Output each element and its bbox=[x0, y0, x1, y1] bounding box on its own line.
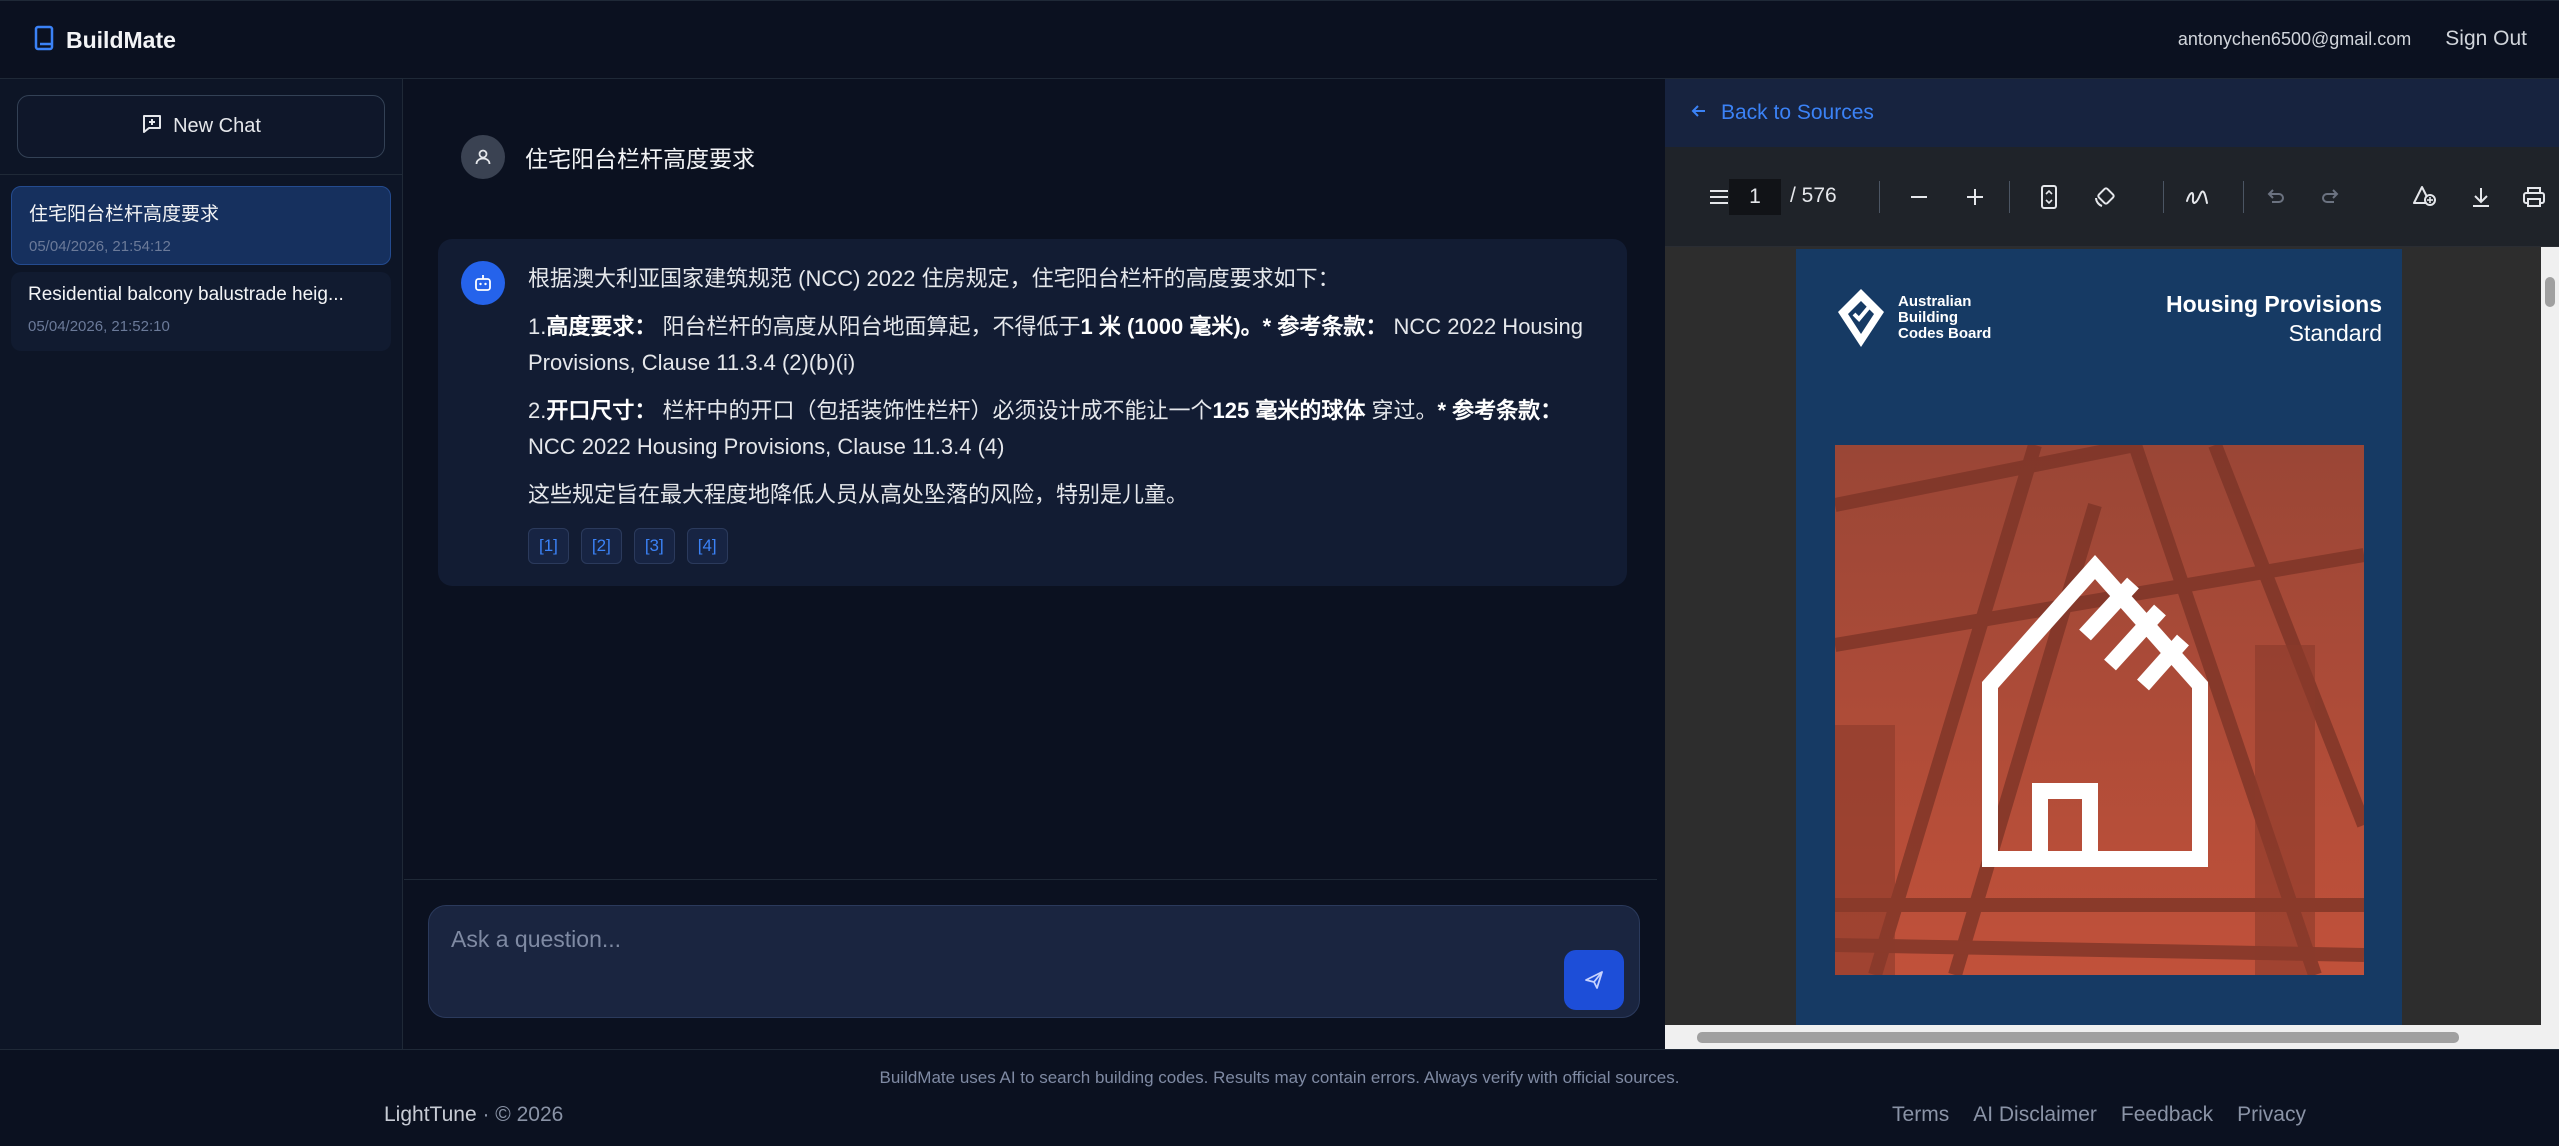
bot-avatar bbox=[461, 261, 505, 305]
citation-link[interactable]: [1] bbox=[528, 528, 569, 564]
citation-list: [1] [2] [3] [4] bbox=[528, 528, 728, 564]
chat-main: 住宅阳台栏杆高度要求 根据澳大利亚国家建筑规范 (NCC) 2022 住房规定，… bbox=[404, 79, 1657, 1049]
bot-icon bbox=[475, 275, 491, 291]
zoom-out-icon[interactable] bbox=[1901, 179, 1937, 215]
ai-disclaimer-text: BuildMate uses AI to search building cod… bbox=[879, 1068, 1680, 1087]
new-chat-button[interactable]: New Chat bbox=[17, 95, 385, 158]
terms-link[interactable]: Terms bbox=[1892, 1103, 1949, 1127]
answer-intro: 根据澳大利亚国家建筑规范 (NCC) 2022 住房规定，住宅阳台栏杆的高度要求… bbox=[528, 266, 1340, 291]
answer-item-1: 1.高度要求： 阳台栏杆的高度从阳台地面算起，不得低于1 米 (1000 毫米)… bbox=[528, 314, 1584, 375]
scroll-thumb[interactable] bbox=[1697, 1032, 2459, 1043]
divider bbox=[404, 879, 1657, 880]
citation-link[interactable]: [2] bbox=[580, 528, 622, 564]
fit-page-icon[interactable] bbox=[2031, 179, 2067, 215]
user-email: antonychen6500@gmail.com bbox=[2177, 28, 2412, 49]
copyright: LightTune · © 2026 bbox=[384, 1103, 564, 1126]
panel-header: Back to Sources bbox=[1665, 79, 2559, 147]
download-icon[interactable] bbox=[2463, 179, 2499, 215]
page-number-input[interactable] bbox=[1729, 179, 1781, 215]
pdf-toolbar: / 576 bbox=[1665, 147, 2559, 247]
horizontal-scrollbar[interactable] bbox=[1665, 1025, 2559, 1049]
undo-icon[interactable] bbox=[2257, 179, 2293, 215]
draw-icon[interactable] bbox=[2179, 179, 2215, 215]
zoom-in-icon[interactable] bbox=[1957, 179, 1993, 215]
print-icon[interactable] bbox=[2519, 179, 2549, 215]
send-icon bbox=[1585, 971, 1603, 989]
page-total: / 576 bbox=[1790, 184, 1837, 207]
source-viewer-panel: Back to Sources / 576 bbox=[1665, 79, 2559, 1049]
feedback-link[interactable]: Feedback bbox=[2121, 1103, 2213, 1127]
brand-name: BuildMate bbox=[66, 27, 176, 53]
citation-link[interactable]: [4] bbox=[686, 528, 728, 564]
sidebar: New Chat 住宅阳台栏杆高度要求 05/04/2026, 21:54:12… bbox=[0, 79, 403, 1049]
assistant-message: 根据澳大利亚国家建筑规范 (NCC) 2022 住房规定，住宅阳台栏杆的高度要求… bbox=[438, 239, 1627, 586]
answer-body: 根据澳大利亚国家建筑规范 (NCC) 2022 住房规定，住宅阳台栏杆的高度要求… bbox=[528, 261, 1598, 525]
chat-date: 05/04/2026, 21:52:10 bbox=[28, 318, 170, 335]
user-icon bbox=[475, 149, 491, 165]
answer-conclusion: 这些规定旨在最大程度地降低人员从高处坠落的风险，特别是儿童。 bbox=[528, 482, 1189, 507]
abcb-logo: Australian Building Codes Board bbox=[1834, 287, 1991, 349]
send-button[interactable] bbox=[1564, 950, 1624, 1010]
app-root: BuildMate antonychen6500@gmail.com Sign … bbox=[0, 0, 2559, 1146]
brand[interactable]: BuildMate bbox=[34, 25, 176, 56]
user-avatar bbox=[461, 135, 505, 179]
abcb-name: Australian Building Codes Board bbox=[1898, 293, 1992, 342]
chat-input-box bbox=[428, 905, 1640, 1018]
abcb-logo-icon bbox=[1838, 289, 1884, 347]
chat-date: 05/04/2026, 21:54:12 bbox=[29, 238, 171, 255]
citation-link[interactable]: [3] bbox=[633, 528, 675, 564]
chat-history-item[interactable]: 住宅阳台栏杆高度要求 05/04/2026, 21:54:12 bbox=[11, 186, 391, 265]
message-plus-icon bbox=[141, 113, 163, 141]
top-header: BuildMate antonychen6500@gmail.com Sign … bbox=[0, 0, 2559, 79]
scroll-thumb[interactable] bbox=[2545, 277, 2555, 307]
arrow-left-icon[interactable] bbox=[1689, 101, 1709, 126]
footer: BuildMate uses AI to search building cod… bbox=[0, 1049, 2559, 1146]
divider bbox=[0, 174, 403, 175]
book-icon bbox=[34, 25, 54, 56]
document-title: Housing Provisions Standard bbox=[2166, 291, 2382, 346]
chat-history-item[interactable]: Residential balcony balustrade heig... 0… bbox=[11, 272, 391, 351]
back-to-sources-link[interactable]: Back to Sources bbox=[1721, 101, 1874, 125]
redo-icon[interactable] bbox=[2313, 179, 2349, 215]
question-input[interactable] bbox=[451, 926, 1511, 996]
pdf-page: Australian Building Codes Board Housing … bbox=[1796, 249, 2402, 1025]
divider bbox=[2163, 181, 2164, 213]
user-message: 住宅阳台栏杆高度要求 bbox=[461, 135, 755, 179]
add-shape-icon[interactable] bbox=[2407, 179, 2443, 215]
answer-item-2: 2.开口尺寸： 栏杆中的开口（包括装饰性栏杆）必须设计成不能让一个125 毫米的… bbox=[528, 398, 1563, 459]
user-menu: antonychen6500@gmail.com Sign Out bbox=[2178, 27, 2527, 51]
chat-title: 住宅阳台栏杆高度要求 bbox=[29, 204, 220, 225]
cover-image bbox=[1835, 445, 2364, 975]
chat-title: Residential balcony balustrade heig... bbox=[28, 284, 344, 305]
footer-links: Terms AI Disclaimer Feedback Privacy bbox=[1892, 1103, 2306, 1127]
pdf-document-view[interactable]: Australian Building Codes Board Housing … bbox=[1665, 247, 2541, 1025]
ai-disclaimer-link[interactable]: AI Disclaimer bbox=[1973, 1103, 2097, 1127]
new-chat-label: New Chat bbox=[173, 115, 261, 137]
privacy-link[interactable]: Privacy bbox=[2237, 1103, 2306, 1127]
divider bbox=[1879, 181, 1880, 213]
sign-out-button[interactable]: Sign Out bbox=[2445, 27, 2527, 51]
rotate-icon[interactable] bbox=[2087, 179, 2123, 215]
vertical-scrollbar[interactable] bbox=[2541, 247, 2559, 1025]
divider bbox=[2009, 181, 2010, 213]
divider bbox=[2243, 181, 2244, 213]
user-question: 住宅阳台栏杆高度要求 bbox=[525, 146, 755, 172]
